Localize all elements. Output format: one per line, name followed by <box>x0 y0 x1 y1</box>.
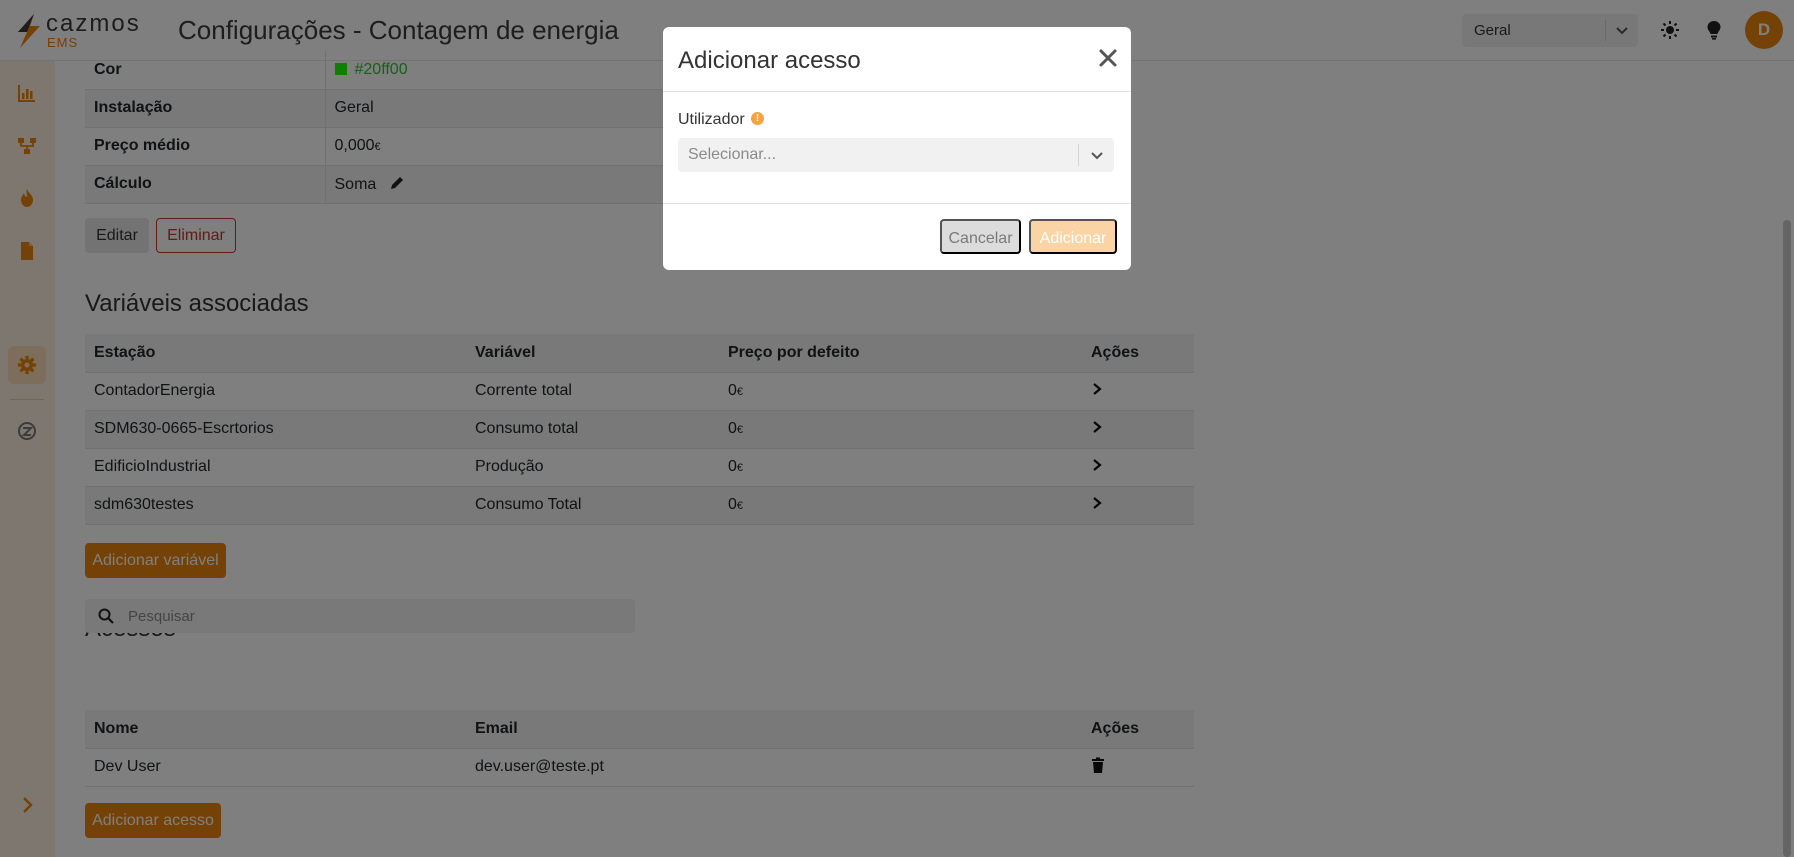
cancel-button[interactable]: Cancelar <box>940 219 1021 254</box>
info-icon[interactable]: ! <box>751 112 764 125</box>
user-select[interactable]: Selecionar... <box>678 138 1114 172</box>
modal-divider <box>663 203 1131 204</box>
chevron-down-icon <box>1091 152 1103 160</box>
add-access-modal: Adicionar acesso Utilizador ! Selecionar… <box>663 27 1131 270</box>
close-icon[interactable] <box>1097 47 1119 69</box>
modal-divider <box>663 91 1131 92</box>
modal-title: Adicionar acesso <box>678 47 861 74</box>
user-select-placeholder: Selecionar... <box>688 146 777 163</box>
submit-button[interactable]: Adicionar <box>1029 219 1117 254</box>
select-separator <box>1078 144 1079 166</box>
user-field-label: Utilizador <box>678 111 745 128</box>
